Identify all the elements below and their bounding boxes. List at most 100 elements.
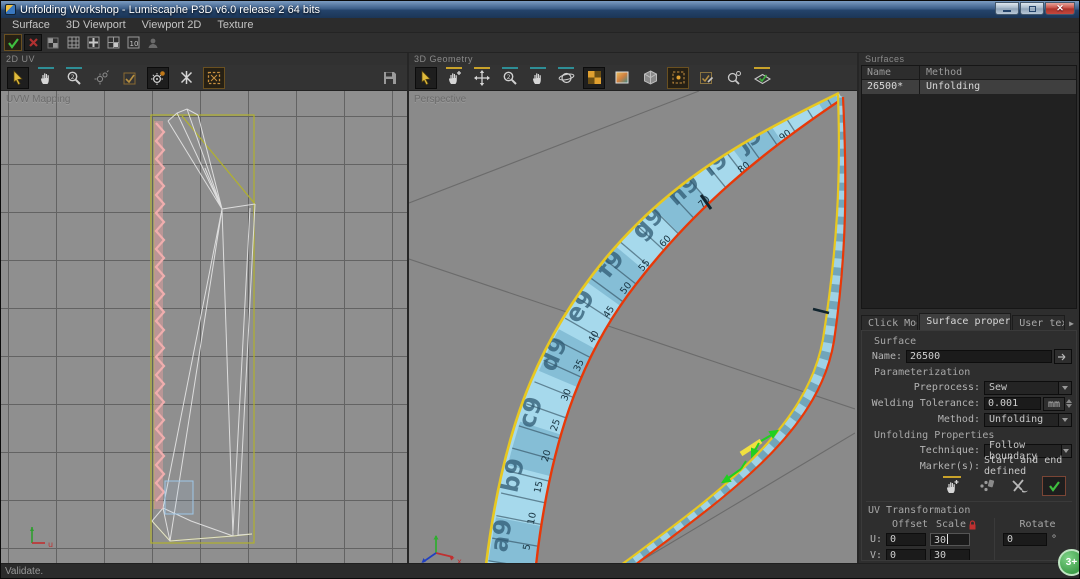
selection-square: [165, 481, 193, 514]
surface-group-label: Surface: [866, 334, 1072, 349]
unit-spinner[interactable]: [1066, 399, 1072, 408]
orbit-globe-icon[interactable]: [555, 67, 577, 89]
selection-box-icon[interactable]: [203, 67, 225, 89]
main-toolbar: 10: [1, 33, 1079, 53]
svg-text:2: 2: [507, 74, 511, 81]
user-profile-icon[interactable]: [144, 34, 162, 51]
image-texture-icon[interactable]: [611, 67, 633, 89]
tools-asterisk-icon[interactable]: [175, 67, 197, 89]
name-input[interactable]: 26500: [906, 350, 1052, 363]
tab-user-textures[interactable]: User text: [1012, 315, 1065, 330]
notification-badge[interactable]: 3+: [1058, 549, 1080, 576]
degree-unit: °: [1051, 534, 1057, 545]
zoom-magnifier-icon[interactable]: 2: [499, 67, 521, 89]
markers-status: Start and end defined: [984, 455, 1072, 477]
parameterization-group-label: Parameterization: [866, 365, 1072, 380]
assign-name-button[interactable]: [1054, 349, 1072, 364]
check-edit-icon[interactable]: [695, 67, 717, 89]
tab-click-mode[interactable]: Click Mode: [861, 315, 918, 330]
validate-markers-button[interactable]: [1042, 476, 1066, 496]
marker-tools-row: [866, 474, 1072, 499]
properties-tabs: Click Mode Surface properties User text …: [861, 312, 1077, 330]
marker-box-icon[interactable]: [667, 67, 689, 89]
maximize-button[interactable]: [1020, 2, 1044, 15]
toolbar-3d: 2: [409, 65, 857, 91]
surfaces-table: Name Method 26500* Unfolding: [861, 65, 1077, 309]
close-icon: ✕: [1056, 4, 1064, 13]
uv-mesh-canvas: u: [1, 91, 405, 563]
gears-settings-icon[interactable]: [91, 67, 113, 89]
menu-bar: Surface 3D Viewport Viewport 2D Texture: [1, 18, 1079, 33]
menu-3d-viewport[interactable]: 3D Viewport: [59, 18, 133, 33]
app-icon: [5, 4, 16, 15]
method-label: Method:: [866, 414, 984, 425]
checker-display-icon[interactable]: [44, 34, 62, 51]
zoom-gear-icon[interactable]: [723, 67, 745, 89]
menu-viewport-2d[interactable]: Viewport 2D: [135, 18, 209, 33]
select-cursor-icon[interactable]: [7, 67, 29, 89]
menu-surface[interactable]: Surface: [5, 18, 57, 33]
v-offset-input[interactable]: 0: [886, 549, 926, 562]
gear-badge-icon[interactable]: [147, 67, 169, 89]
status-text: Validate.: [5, 566, 43, 577]
surfaces-title: Surfaces: [859, 53, 1079, 65]
maximize-icon: [1029, 6, 1036, 12]
rotate-input[interactable]: 0: [1003, 533, 1047, 546]
panel-2d-uv: 2D UV 2: [1, 53, 407, 563]
tabs-overflow-arrow-icon[interactable]: ▶: [1066, 319, 1077, 330]
scale-lock-icon[interactable]: [968, 520, 977, 530]
right-sidebar: Surfaces Name Method 26500* Unfolding Cl…: [859, 53, 1079, 563]
preprocess-label: Preprocess:: [866, 382, 984, 393]
welding-unit-select[interactable]: mm: [1043, 397, 1065, 411]
panel-2d-title: 2D UV: [1, 53, 407, 65]
checker-swatch-icon[interactable]: [583, 67, 605, 89]
grid-display-icon[interactable]: [64, 34, 82, 51]
delete-markers-icon[interactable]: [974, 476, 998, 496]
status-bar: Validate.: [1, 563, 1079, 579]
title-bar[interactable]: Unfolding Workshop - Lumiscaphe P3D v6.0…: [1, 1, 1079, 18]
save-floppy-icon[interactable]: [379, 67, 401, 89]
u-offset-input[interactable]: 0: [886, 533, 926, 546]
add-marker-hand-icon[interactable]: [940, 476, 964, 496]
toolbar-2d: 2: [1, 65, 407, 91]
marker-tools-icon[interactable]: [1008, 476, 1032, 496]
u-row-label: U:: [866, 534, 882, 545]
menu-texture[interactable]: Texture: [210, 18, 260, 33]
rotate-column-label: Rotate: [1019, 519, 1055, 530]
move-arrows-icon[interactable]: [471, 67, 493, 89]
pan-hand-icon[interactable]: [527, 67, 549, 89]
surface-method-cell: Unfolding: [920, 80, 1076, 94]
uv-viewport-label: UVW Mapping: [6, 94, 70, 105]
column-method[interactable]: Method: [920, 66, 1076, 79]
xyz-axis-gizmo: x: [422, 535, 463, 563]
close-button[interactable]: ✕: [1045, 2, 1075, 15]
validate-check-icon[interactable]: [4, 34, 22, 51]
check-options-icon[interactable]: [119, 67, 141, 89]
scene-3d-canvas: a9b9c9d9e9f9g9h9i9j9 5101520253035404550…: [409, 91, 855, 563]
minimize-button[interactable]: [995, 2, 1019, 15]
perspective-viewport-label: Perspective: [414, 94, 466, 105]
welding-tolerance-input[interactable]: 0.001: [984, 397, 1041, 410]
v-row-label: V:: [866, 550, 882, 561]
zoom-magnifier-icon[interactable]: 2: [63, 67, 85, 89]
pan-hand-icon[interactable]: [35, 67, 57, 89]
tab-surface-properties[interactable]: Surface properties: [919, 313, 1011, 330]
surface-check-icon[interactable]: [751, 67, 773, 89]
markers-label: Marker(s):: [866, 461, 984, 472]
grid-cell-icon[interactable]: [104, 34, 122, 51]
uv-viewport[interactable]: u UVW Mapping: [1, 91, 407, 563]
cancel-cross-icon[interactable]: [24, 34, 42, 51]
hand-add-icon[interactable]: [443, 67, 465, 89]
grid-plus-icon[interactable]: [84, 34, 102, 51]
perspective-viewport[interactable]: a9b9c9d9e9f9g9h9i9j9 5101520253035404550…: [409, 91, 857, 563]
v-scale-input[interactable]: 30: [930, 549, 970, 562]
method-dropdown[interactable]: Unfolding: [984, 413, 1072, 427]
preprocess-dropdown[interactable]: Sew: [984, 381, 1072, 395]
cube-solid-icon[interactable]: [639, 67, 661, 89]
select-cursor-icon[interactable]: [415, 67, 437, 89]
u-scale-input[interactable]: 30: [930, 533, 970, 546]
grid-10-icon[interactable]: 10: [124, 34, 142, 51]
workspace: 2D UV 2: [1, 53, 1079, 563]
surface-row-selected[interactable]: 26500* Unfolding: [862, 80, 1076, 94]
column-name[interactable]: Name: [862, 66, 920, 79]
